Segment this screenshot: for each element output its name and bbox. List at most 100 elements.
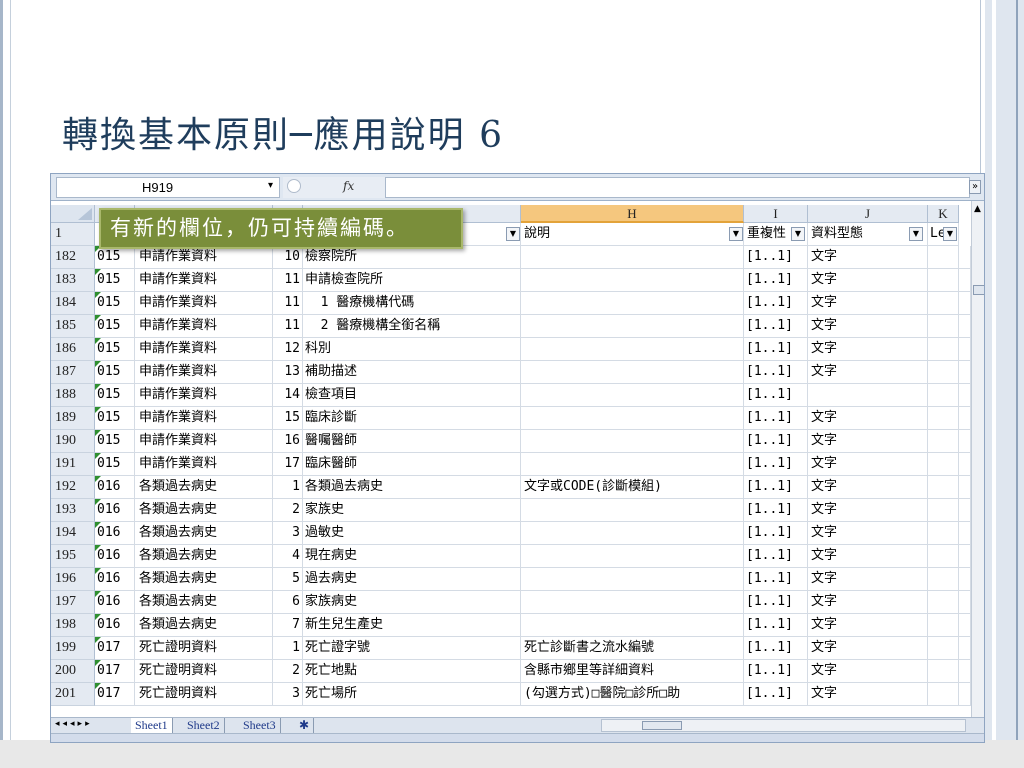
- cell-category[interactable]: 各類過去病史: [135, 568, 273, 591]
- cell-extra[interactable]: [959, 246, 971, 269]
- scroll-thumb[interactable]: [973, 285, 984, 295]
- header-cell-desc[interactable]: 說明: [521, 223, 744, 246]
- cell-seq[interactable]: 15: [273, 407, 303, 430]
- cell-code[interactable]: 016: [95, 591, 135, 614]
- hscroll-thumb[interactable]: [642, 721, 682, 730]
- cell-length[interactable]: [928, 453, 959, 476]
- cell-seq[interactable]: 10: [273, 246, 303, 269]
- cell-extra[interactable]: [959, 453, 971, 476]
- cell-category[interactable]: 死亡證明資料: [135, 683, 273, 706]
- cell-code[interactable]: 015: [95, 407, 135, 430]
- cell-length[interactable]: [928, 591, 959, 614]
- cell-seq[interactable]: 4: [273, 545, 303, 568]
- cell-field-name[interactable]: 家族病史: [303, 591, 521, 614]
- row-header[interactable]: 1: [51, 223, 95, 246]
- cell-data-type[interactable]: 文字: [808, 614, 928, 637]
- cell-data-type[interactable]: 文字: [808, 476, 928, 499]
- row-header[interactable]: 200: [51, 660, 95, 683]
- cell-field-name[interactable]: 臨床醫師: [303, 453, 521, 476]
- cell-seq[interactable]: 14: [273, 384, 303, 407]
- cell-field-name[interactable]: 補助描述: [303, 361, 521, 384]
- cell-description[interactable]: [521, 361, 744, 384]
- cell-extra[interactable]: [959, 568, 971, 591]
- cell-repeat[interactable]: [1..1]: [744, 384, 808, 407]
- cell-category[interactable]: 各類過去病史: [135, 545, 273, 568]
- row-header[interactable]: 195: [51, 545, 95, 568]
- row-header[interactable]: 189: [51, 407, 95, 430]
- insert-sheet-icon[interactable]: ✱: [295, 718, 315, 733]
- cell-repeat[interactable]: [1..1]: [744, 545, 808, 568]
- row-header[interactable]: 191: [51, 453, 95, 476]
- formula-input[interactable]: [385, 177, 970, 198]
- cell-data-type[interactable]: 文字: [808, 522, 928, 545]
- cell-field-name[interactable]: 過去病史: [303, 568, 521, 591]
- cell-length[interactable]: [928, 384, 959, 407]
- cell-length[interactable]: [928, 269, 959, 292]
- cell-description[interactable]: 文字或CODE(診斷模組): [521, 476, 744, 499]
- filter-dropdown-icon[interactable]: ▼: [506, 227, 520, 241]
- cell-code[interactable]: 015: [95, 361, 135, 384]
- row-header[interactable]: 193: [51, 499, 95, 522]
- cell-repeat[interactable]: [1..1]: [744, 315, 808, 338]
- cell-description[interactable]: [521, 614, 744, 637]
- cell-extra[interactable]: [959, 292, 971, 315]
- cell-category[interactable]: 申請作業資料: [135, 361, 273, 384]
- cell-field-name[interactable]: 死亡場所: [303, 683, 521, 706]
- cell-repeat[interactable]: [1..1]: [744, 660, 808, 683]
- cell-length[interactable]: [928, 683, 959, 706]
- row-header[interactable]: 183: [51, 269, 95, 292]
- cell-field-name[interactable]: 死亡地點: [303, 660, 521, 683]
- cell-code[interactable]: 015: [95, 453, 135, 476]
- cell-length[interactable]: [928, 430, 959, 453]
- cell-data-type[interactable]: 文字: [808, 315, 928, 338]
- row-header[interactable]: 199: [51, 637, 95, 660]
- cell-description[interactable]: [521, 430, 744, 453]
- cell-length[interactable]: [928, 545, 959, 568]
- column-header-K[interactable]: K: [928, 205, 959, 223]
- cell-seq[interactable]: 13: [273, 361, 303, 384]
- cell-seq[interactable]: 3: [273, 683, 303, 706]
- cell-code[interactable]: 016: [95, 522, 135, 545]
- filter-dropdown-icon[interactable]: ▼: [909, 227, 923, 241]
- cell-data-type[interactable]: 文字: [808, 453, 928, 476]
- select-all-corner[interactable]: [51, 205, 95, 223]
- cell-extra[interactable]: [959, 361, 971, 384]
- cell-data-type[interactable]: 文字: [808, 407, 928, 430]
- cell-code[interactable]: 015: [95, 292, 135, 315]
- cell-code[interactable]: 015: [95, 384, 135, 407]
- cell-length[interactable]: [928, 338, 959, 361]
- cell-field-name[interactable]: 2 醫療機構全銜名稱: [303, 315, 521, 338]
- cell-data-type[interactable]: 文字: [808, 361, 928, 384]
- cell-length[interactable]: [928, 292, 959, 315]
- cell-data-type[interactable]: 文字: [808, 246, 928, 269]
- cell-length[interactable]: [928, 361, 959, 384]
- row-header[interactable]: 186: [51, 338, 95, 361]
- cell-description[interactable]: [521, 292, 744, 315]
- cell-seq[interactable]: 5: [273, 568, 303, 591]
- cell-field-name[interactable]: 死亡證字號: [303, 637, 521, 660]
- cell-category[interactable]: 各類過去病史: [135, 591, 273, 614]
- cell-description[interactable]: (勾選方式)□醫院□診所□助: [521, 683, 744, 706]
- cell-category[interactable]: 申請作業資料: [135, 269, 273, 292]
- cell-data-type[interactable]: 文字: [808, 591, 928, 614]
- column-header-H[interactable]: H: [521, 205, 744, 223]
- cell-field-name[interactable]: 科別: [303, 338, 521, 361]
- horizontal-scrollbar[interactable]: [601, 719, 966, 732]
- cell-extra[interactable]: [959, 637, 971, 660]
- cell-repeat[interactable]: [1..1]: [744, 361, 808, 384]
- name-box[interactable]: H919: [56, 177, 280, 198]
- cell-data-type[interactable]: 文字: [808, 660, 928, 683]
- cell-repeat[interactable]: [1..1]: [744, 430, 808, 453]
- row-header[interactable]: 192: [51, 476, 95, 499]
- row-header[interactable]: 184: [51, 292, 95, 315]
- cell-category[interactable]: 申請作業資料: [135, 384, 273, 407]
- cell-extra[interactable]: [959, 660, 971, 683]
- row-header[interactable]: 185: [51, 315, 95, 338]
- row-header[interactable]: 190: [51, 430, 95, 453]
- row-header[interactable]: 201: [51, 683, 95, 706]
- cell-category[interactable]: 申請作業資料: [135, 430, 273, 453]
- cell-description[interactable]: 含縣市鄉里等詳細資料: [521, 660, 744, 683]
- scroll-up-icon[interactable]: ▲: [974, 204, 981, 214]
- cell-field-name[interactable]: 臨床診斷: [303, 407, 521, 430]
- cell-length[interactable]: [928, 660, 959, 683]
